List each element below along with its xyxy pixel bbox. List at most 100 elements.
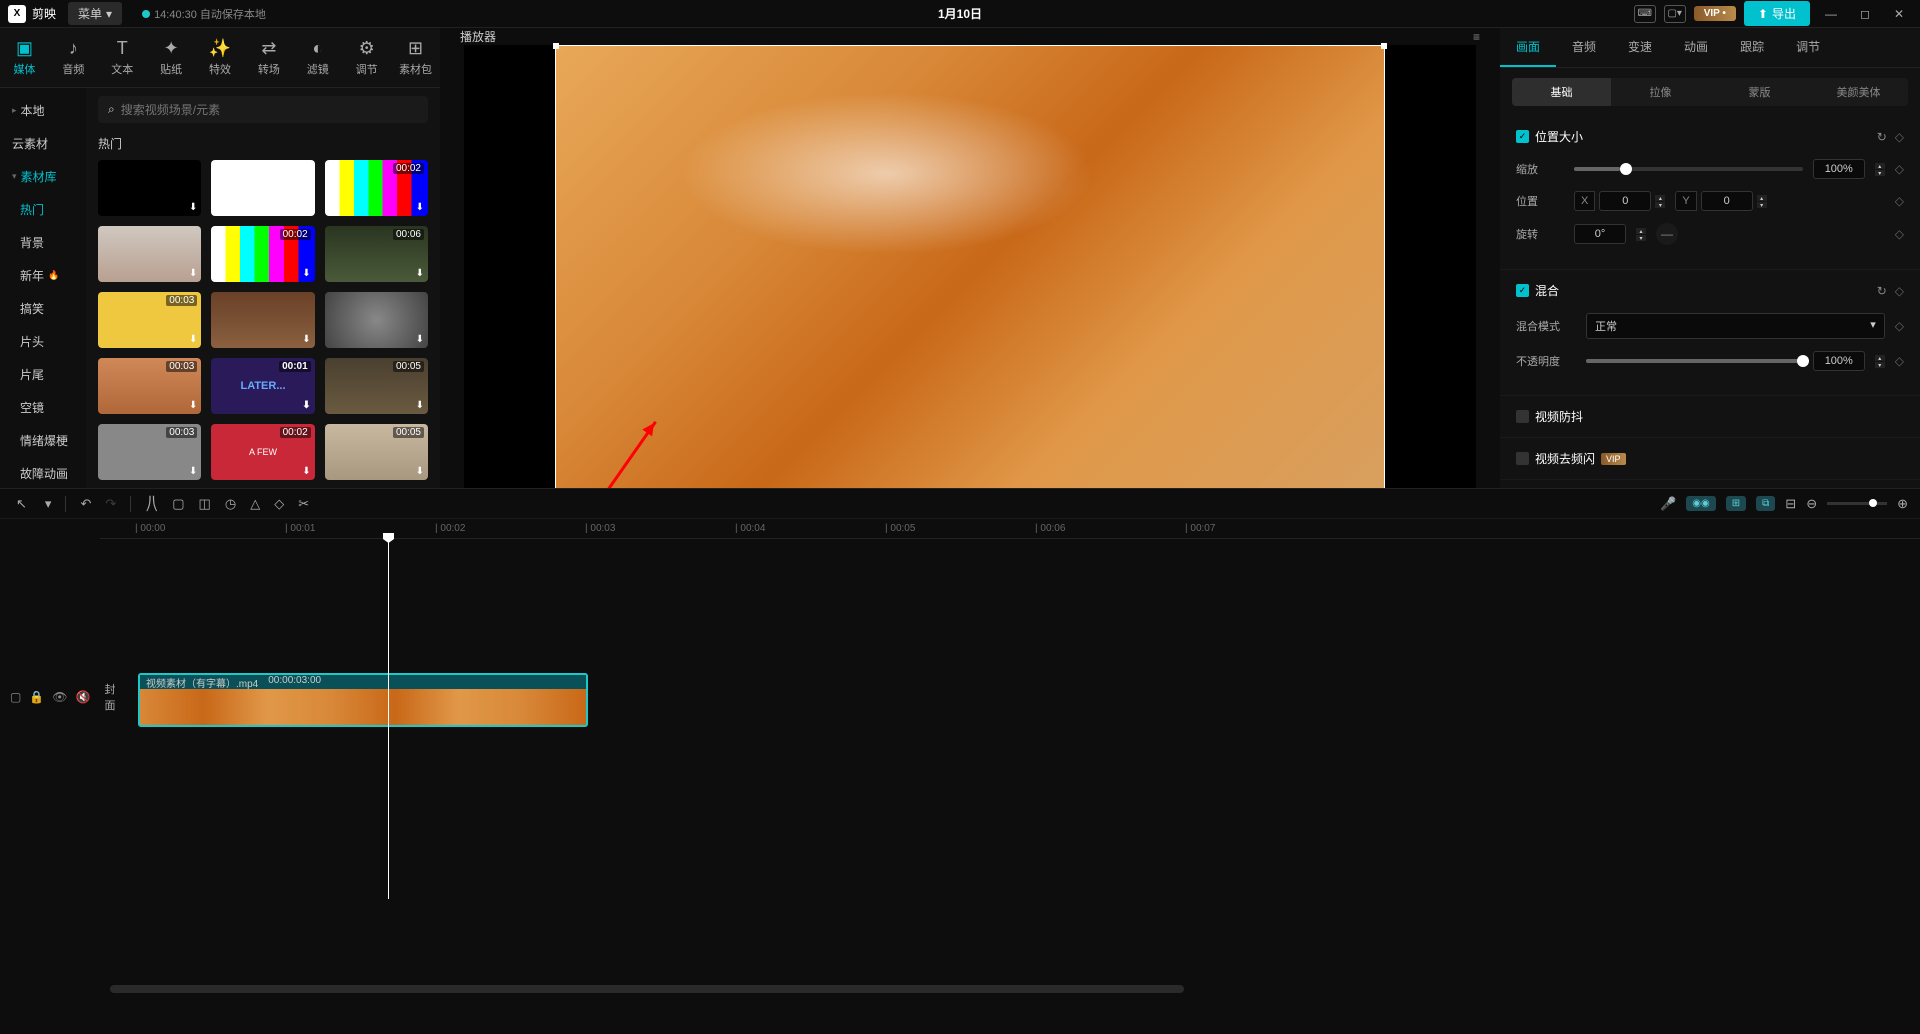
media-thumb[interactable]: ⬇ [98,160,201,216]
position-keyframe[interactable]: ◇ [1895,194,1904,208]
media-thumb[interactable]: 00:03⬇ [98,292,201,348]
right-tab[interactable]: 变速 [1612,28,1668,67]
media-thumb[interactable]: 00:05⬇ [325,358,428,414]
magnet-auto[interactable]: ⊞ [1726,496,1746,511]
scale-spinner[interactable]: ▴▾ [1875,163,1885,176]
media-thumb[interactable]: 00:02⬇ [211,226,314,282]
close-button[interactable]: ✕ [1886,4,1912,24]
preview-line[interactable]: ⊟ [1785,496,1796,512]
preview-viewport[interactable] [464,45,1476,512]
posy-spinner[interactable]: ▴▾ [1757,195,1767,208]
timeline-scrollbar[interactable] [110,985,1900,993]
right-tab[interactable]: 画面 [1500,28,1556,67]
media-thumb[interactable]: 00:03⬇ [98,424,201,480]
blend-reset-icon[interactable]: ↻ [1877,284,1887,298]
blendmode-keyframe[interactable]: ◇ [1895,319,1904,333]
download-icon[interactable]: ⬇ [416,202,424,213]
blendmode-select[interactable]: 正常▾ [1586,313,1885,339]
search-input[interactable] [121,103,418,117]
crop2-tool[interactable]: ✂ [298,496,309,512]
cat-cloud[interactable]: 云素材 [0,127,86,160]
vip-badge[interactable]: VIP • [1694,6,1736,21]
download-icon[interactable]: ⬇ [189,466,197,477]
subcat-item[interactable]: 情绪爆梗 [0,424,86,457]
media-thumb[interactable]: 00:03⬇ [98,358,201,414]
right-tab[interactable]: 跟踪 [1724,28,1780,67]
antishake-checkbox[interactable] [1516,410,1529,423]
posx-spinner[interactable]: ▴▾ [1655,195,1665,208]
download-icon[interactable]: ⬇ [302,202,310,213]
speed-tool[interactable]: ◷ [225,496,236,512]
magnet-link[interactable]: ⧉ [1756,496,1775,511]
media-thumb[interactable]: ⬇ [211,292,314,348]
opacity-keyframe[interactable]: ◇ [1895,354,1904,368]
magnet-main[interactable]: ◉◉ [1686,496,1715,511]
download-icon[interactable]: ⬇ [302,268,310,279]
sub-tab[interactable]: 拉像 [1611,78,1710,106]
pos-y[interactable]: 0 [1701,191,1753,211]
rotate-tool[interactable]: ◇ [274,496,284,512]
resize-handle-tl[interactable] [553,43,559,49]
media-thumb[interactable]: 00:01LATER...⬇ [211,358,314,414]
download-icon[interactable]: ⬇ [302,466,310,477]
sub-tab[interactable]: 美颜美体 [1809,78,1908,106]
download-icon[interactable]: ⬇ [189,202,197,213]
download-icon[interactable]: ⬇ [416,466,424,477]
download-icon[interactable]: ⬇ [416,334,424,345]
cover-label[interactable]: 封面 [98,679,121,715]
zoom-in[interactable]: ⊕ [1897,496,1908,512]
media-thumb[interactable]: ⬇ [325,292,428,348]
zoom-out[interactable]: ⊖ [1806,496,1817,512]
download-icon[interactable]: ⬇ [302,334,310,345]
blend-keyframe-icon[interactable]: ◇ [1895,284,1904,298]
mic-icon[interactable]: 🎤 [1660,496,1676,512]
rotate-reset[interactable]: — [1656,223,1678,245]
subcat-item[interactable]: 故障动画 [0,457,86,488]
download-icon[interactable]: ⬇ [189,268,197,279]
rotate-spinner[interactable]: ▴▾ [1636,228,1646,241]
video-frame[interactable] [555,45,1385,512]
rotate-value[interactable]: 0° [1574,224,1626,244]
deflicker-checkbox[interactable] [1516,452,1529,465]
crop-tool[interactable]: ◫ [199,496,211,512]
media-thumb[interactable]: ⬇ [98,226,201,282]
opacity-value[interactable]: 100% [1813,351,1865,371]
undo-button[interactable]: ↶ [80,496,91,512]
delete-tool[interactable]: ▢ [172,496,184,512]
download-icon[interactable]: ⬇ [302,400,310,411]
possize-checkbox[interactable]: ✓ [1516,130,1529,143]
shortcut-icon[interactable]: ⌨ [1634,5,1656,23]
sub-tab[interactable]: 蒙版 [1710,78,1809,106]
blend-checkbox[interactable]: ✓ [1516,284,1529,297]
track-mute-icon[interactable]: 🔇 [76,690,91,704]
zoom-slider[interactable] [1827,502,1887,505]
tool-tab-5[interactable]: ⇄转场 [244,28,293,87]
rotate-keyframe[interactable]: ◇ [1895,227,1904,241]
subcat-item[interactable]: 片尾 [0,358,86,391]
download-icon[interactable]: ⬇ [189,334,197,345]
scale-value[interactable]: 100% [1813,159,1865,179]
download-icon[interactable]: ⬇ [416,268,424,279]
tool-tab-3[interactable]: ✦贴纸 [147,28,196,87]
tool-tab-8[interactable]: ⊞素材包 [391,28,440,87]
keyframe-icon[interactable]: ◇ [1895,130,1904,144]
select-tool[interactable]: ↖ [12,494,31,514]
tool-tab-0[interactable]: ▣媒体 [0,28,49,87]
select-dropdown[interactable]: ▾ [45,496,52,512]
track-collapse-icon[interactable]: ▢ [10,690,21,704]
subcat-item[interactable]: 搞笑 [0,292,86,325]
export-button[interactable]: ⬆ 导出 [1744,1,1810,26]
tool-tab-2[interactable]: T文本 [98,28,147,87]
search-box[interactable]: ⌕ [98,96,428,123]
subcat-item[interactable]: 片头 [0,325,86,358]
media-thumb[interactable]: 00:02A FEW⬇ [211,424,314,480]
media-thumb[interactable]: 00:06⬇ [325,226,428,282]
resize-handle-tr[interactable] [1381,43,1387,49]
scale-slider[interactable] [1574,167,1803,171]
download-icon[interactable]: ⬇ [189,400,197,411]
playhead[interactable] [388,539,389,899]
download-icon[interactable]: ⬇ [416,400,424,411]
pos-x[interactable]: 0 [1599,191,1651,211]
subcat-item[interactable]: 新年 🔥 [0,259,86,292]
opacity-spinner[interactable]: ▴▾ [1875,355,1885,368]
